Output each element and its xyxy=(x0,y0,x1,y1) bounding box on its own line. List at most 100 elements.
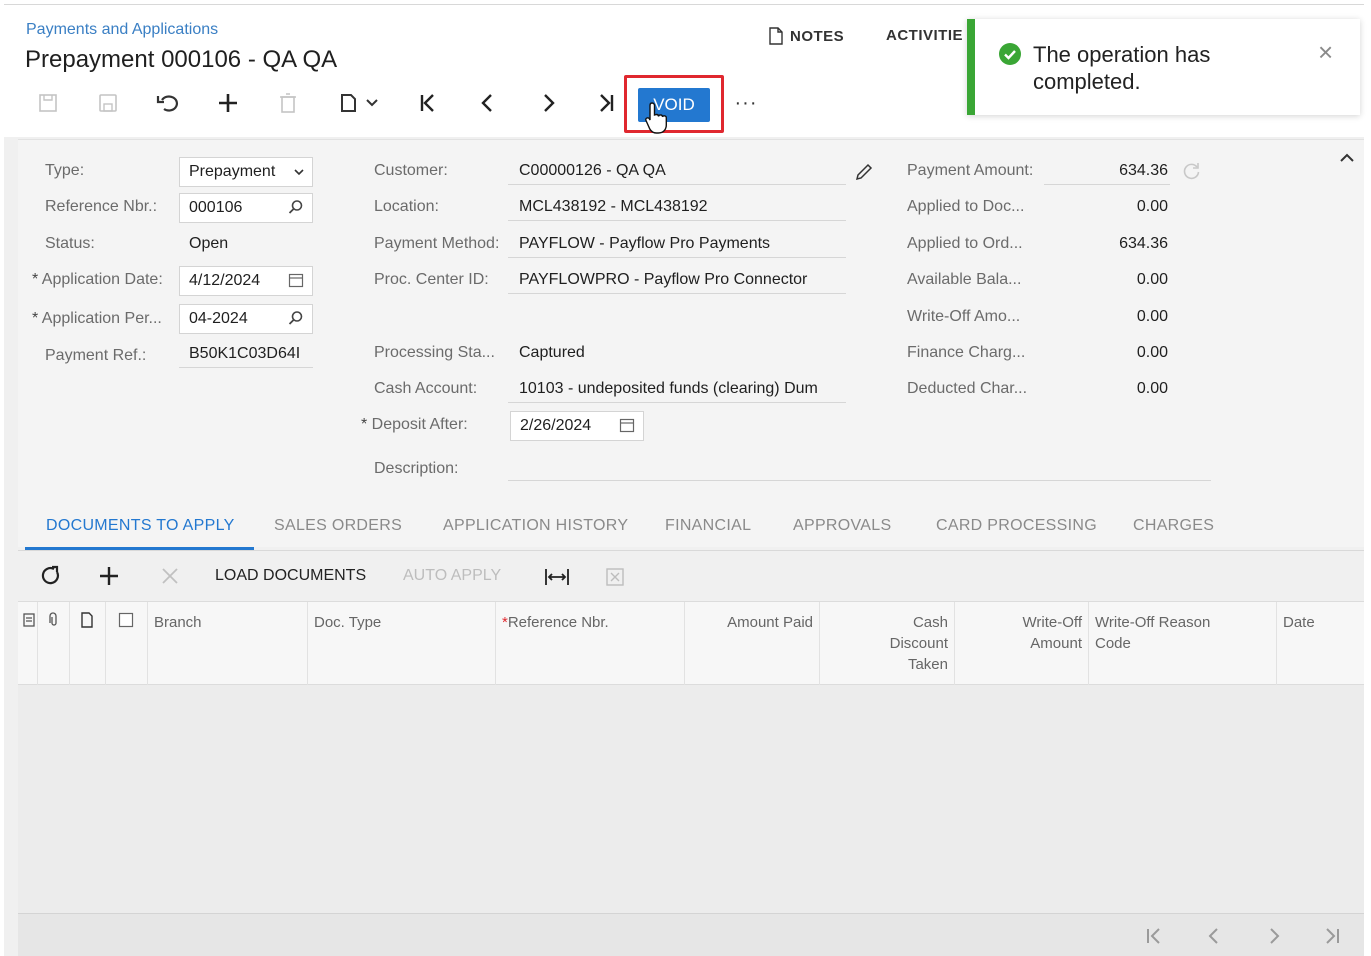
tab-documents-to-apply[interactable]: DOCUMENTS TO APPLY xyxy=(46,517,235,535)
column-files[interactable] xyxy=(18,602,38,686)
write-off-amount-value: 0.00 xyxy=(1136,308,1168,325)
applied-to-ord-label: Applied to Ord... xyxy=(907,235,1023,252)
payment-amount-input[interactable]: 634.36 xyxy=(1044,157,1170,185)
edit-pencil-icon[interactable] xyxy=(854,162,874,187)
first-icon xyxy=(420,94,434,112)
auto-apply-button[interactable]: AUTO APPLY xyxy=(403,567,501,585)
previous-record-button[interactable] xyxy=(470,85,506,121)
application-period-input[interactable]: 04-2024 xyxy=(179,304,313,334)
reference-nbr-input[interactable]: 000106 xyxy=(179,193,313,223)
tab-sales-orders[interactable]: SALES ORDERS xyxy=(274,517,402,535)
first-record-button[interactable] xyxy=(410,85,446,121)
more-actions-button[interactable]: ··· xyxy=(728,85,764,121)
deposit-after-value: 2/26/2024 xyxy=(520,417,592,434)
type-value: Prepayment xyxy=(189,163,276,180)
copy-paste-dropdown[interactable] xyxy=(360,85,384,121)
application-date-input[interactable]: 4/12/2024 xyxy=(179,266,313,296)
payment-ref-input[interactable]: B50K1C03D64I xyxy=(179,340,313,368)
activities-button[interactable]: ACTIVITIE xyxy=(886,27,963,44)
close-icon[interactable]: × xyxy=(1318,37,1333,68)
payment-method-label: Payment Method: xyxy=(374,235,500,252)
type-select[interactable]: Prepayment xyxy=(179,157,313,187)
fit-columns-button[interactable] xyxy=(544,567,570,592)
fit-width-icon xyxy=(545,569,569,585)
notes-button[interactable]: NOTES xyxy=(768,27,844,45)
refresh-icon[interactable] xyxy=(1182,161,1202,186)
grid-delete-row-button[interactable] xyxy=(160,566,180,591)
column-amount-paid[interactable]: Amount Paid xyxy=(685,602,820,686)
grid-body xyxy=(18,685,1364,913)
notes-label: NOTES xyxy=(790,27,845,45)
last-record-button[interactable] xyxy=(588,85,624,121)
column-doc-type[interactable]: Doc. Type xyxy=(308,602,496,686)
deducted-charges-label: Deducted Char... xyxy=(907,380,1028,397)
add-button[interactable] xyxy=(210,85,246,121)
load-documents-button[interactable]: LOAD DOCUMENTS xyxy=(215,567,366,585)
description-input[interactable] xyxy=(508,453,1211,481)
column-cash-discount-taken[interactable]: Cash Discount Taken xyxy=(820,602,955,686)
plus-icon xyxy=(219,94,237,112)
search-icon[interactable] xyxy=(288,310,304,330)
proc-center-input[interactable]: PAYFLOWPRO - Payflow Pro Connector xyxy=(508,266,846,294)
column-write-off-reason-line1: Write-Off Reason xyxy=(1095,614,1211,631)
collapse-button[interactable] xyxy=(1340,146,1354,169)
first-icon xyxy=(1147,928,1160,944)
customer-input[interactable]: C00000126 - QA QA xyxy=(508,157,846,185)
type-label: Type: xyxy=(45,162,85,179)
tab-card-processing[interactable]: CARD PROCESSING xyxy=(936,517,1097,535)
next-record-button[interactable] xyxy=(530,85,566,121)
plus-icon xyxy=(100,567,118,585)
save-close-button[interactable] xyxy=(30,85,66,121)
column-reference-nbr[interactable]: *Reference Nbr. xyxy=(496,602,685,686)
payment-ref-label: Payment Ref.: xyxy=(45,347,147,364)
grid-refresh-button[interactable] xyxy=(40,565,62,592)
page-title: Prepayment 000106 - QA QA xyxy=(25,46,338,73)
last-icon xyxy=(1326,928,1339,944)
status-label: Status: xyxy=(45,235,95,252)
chevron-left-icon xyxy=(481,94,492,112)
deposit-after-label: Deposit After: xyxy=(361,416,468,434)
location-label: Location: xyxy=(374,198,439,215)
column-select-all[interactable] xyxy=(106,602,148,686)
search-icon[interactable] xyxy=(288,199,304,219)
application-period-label: Application Per... xyxy=(32,310,162,328)
main-toolbar: VOID ··· xyxy=(28,75,788,133)
finance-charges-label: Finance Charg... xyxy=(907,344,1026,361)
pager-previous-button[interactable] xyxy=(1204,926,1224,952)
column-write-off-reason[interactable]: Write-Off Reason Code xyxy=(1089,602,1277,686)
undo-button[interactable] xyxy=(150,85,186,121)
tab-application-history[interactable]: APPLICATION HISTORY xyxy=(443,517,628,535)
void-highlight: VOID xyxy=(624,75,724,133)
cash-account-input[interactable]: 10103 - undeposited funds (clearing) Dum xyxy=(508,375,846,403)
payment-method-input[interactable]: PAYFLOW - Payflow Pro Payments xyxy=(508,230,846,258)
calendar-icon[interactable] xyxy=(619,417,635,437)
save-button[interactable] xyxy=(90,85,126,121)
tab-charges[interactable]: CHARGES xyxy=(1133,517,1214,535)
location-input[interactable]: MCL438192 - MCL438192 xyxy=(508,193,846,221)
column-attachment[interactable] xyxy=(38,602,70,686)
column-write-off-amount-line2: Amount xyxy=(1030,635,1082,652)
chevron-up-icon xyxy=(1340,153,1354,162)
tab-approvals[interactable]: APPROVALS xyxy=(793,517,891,535)
pager-first-button[interactable] xyxy=(1144,926,1164,952)
column-note[interactable] xyxy=(70,602,106,686)
description-label: Description: xyxy=(374,460,459,477)
pager-last-button[interactable] xyxy=(1322,926,1342,952)
tab-financial[interactable]: FINANCIAL xyxy=(665,517,751,535)
grid-add-row-button[interactable] xyxy=(98,565,120,592)
calendar-icon[interactable] xyxy=(288,272,304,292)
column-cash-discount-line2: Discount xyxy=(889,635,948,652)
status-value: Open xyxy=(189,235,229,252)
column-write-off-amount[interactable]: Write-Off Amount xyxy=(955,602,1089,686)
deposit-after-input[interactable]: 2/26/2024 xyxy=(510,411,644,441)
column-date[interactable]: Date xyxy=(1277,602,1364,686)
chevron-right-icon xyxy=(1270,928,1280,944)
column-write-off-reason-line2: Code xyxy=(1095,635,1131,652)
pager-next-button[interactable] xyxy=(1264,926,1284,952)
breadcrumb[interactable]: Payments and Applications xyxy=(26,21,218,39)
delete-button[interactable] xyxy=(270,85,306,121)
chevron-right-icon xyxy=(544,94,555,112)
application-date-label: Application Date: xyxy=(32,271,163,289)
column-branch[interactable]: Branch xyxy=(148,602,308,686)
export-excel-button[interactable] xyxy=(605,567,625,592)
